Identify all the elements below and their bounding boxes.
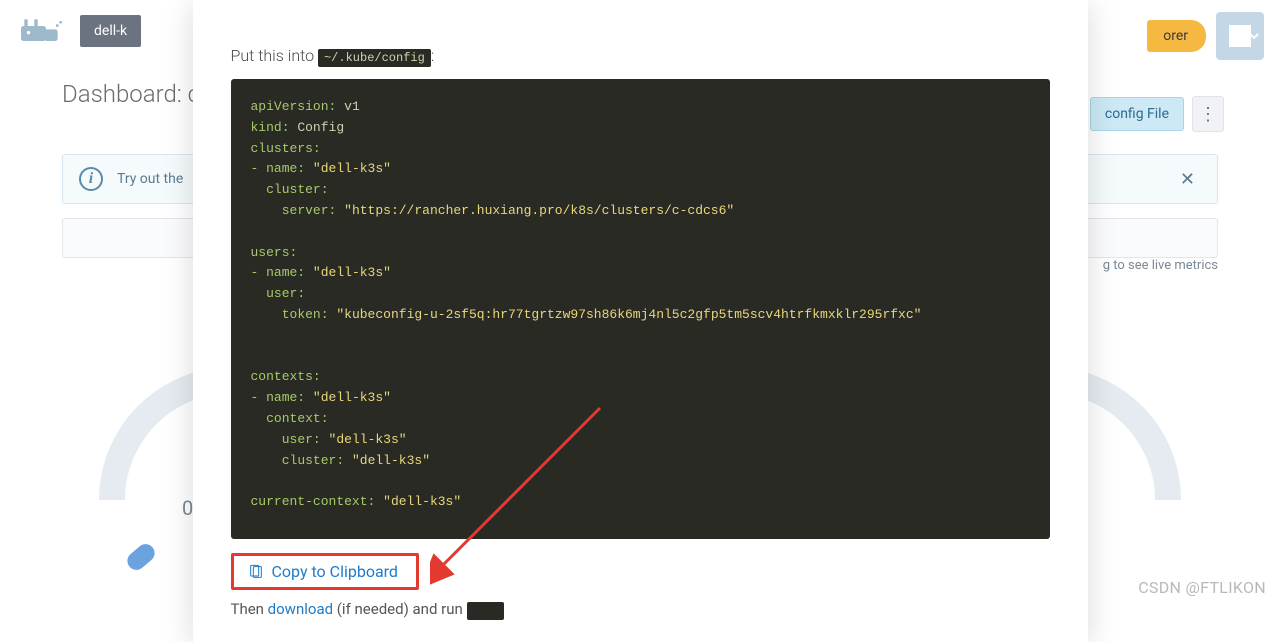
copy-label: Copy to Clipboard <box>272 562 398 581</box>
put-into-prefix: Put this into <box>231 46 318 65</box>
kubeconfig-path: ~/.kube/config <box>318 49 431 67</box>
watermark: CSDN @FTLIKON <box>1138 578 1266 597</box>
clipboard-icon <box>248 564 264 580</box>
modal-overlay: Put this into ~/.kube/config: apiVersion… <box>0 0 1280 603</box>
copy-to-clipboard-button[interactable]: Copy to Clipboard <box>231 553 419 590</box>
put-into-line: Put this into ~/.kube/config: <box>231 0 1050 79</box>
copy-row: Copy to Clipboard <box>231 553 1050 590</box>
kubectl-chip <box>467 602 505 620</box>
kubeconfig-modal: Put this into ~/.kube/config: apiVersion… <box>193 0 1088 642</box>
kubeconfig-codeblock[interactable]: apiVersion: v1 kind: Config clusters: - … <box>231 79 1050 539</box>
